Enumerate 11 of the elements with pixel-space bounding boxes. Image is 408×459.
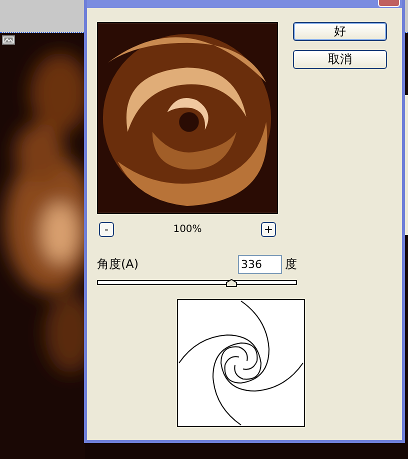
angle-label: 角度(A) (97, 256, 140, 272)
slider-thumb[interactable] (226, 279, 237, 287)
ok-button[interactable]: 好 (293, 22, 387, 41)
zoom-in-button[interactable]: + (261, 222, 276, 237)
cancel-button[interactable]: 取消 (293, 50, 387, 69)
zoom-level: 100% (173, 224, 202, 235)
angle-slider[interactable] (97, 280, 297, 285)
angle-field[interactable]: 336 (238, 254, 282, 274)
unit-label: 度 (285, 256, 297, 272)
zoom-out-button[interactable]: - (99, 222, 114, 237)
image-icon[interactable] (2, 35, 15, 45)
